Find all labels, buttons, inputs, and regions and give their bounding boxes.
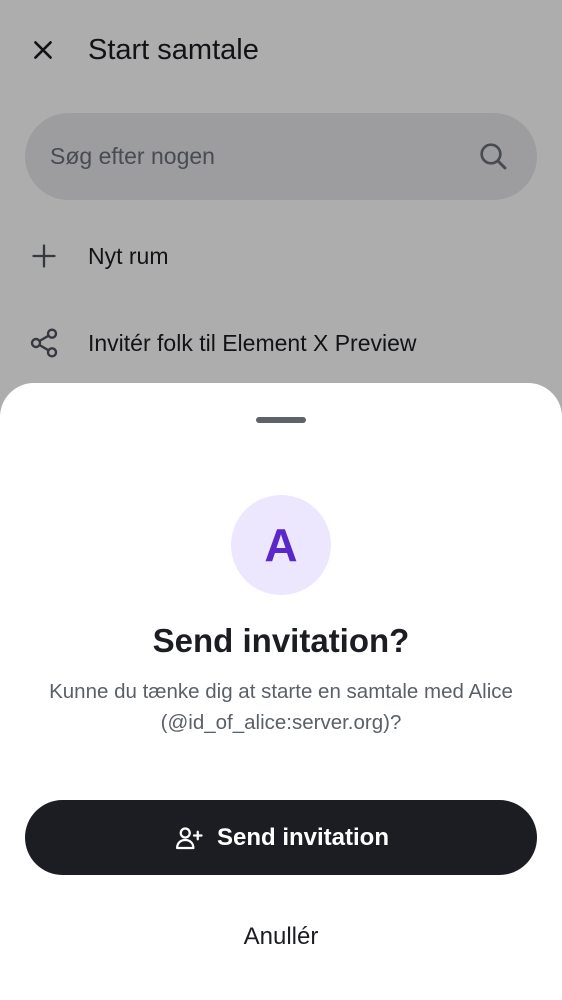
drag-handle[interactable] <box>256 417 306 423</box>
bottom-sheet: A Send invitation? Kunne du tænke dig at… <box>0 383 562 1000</box>
cancel-label: Anullér <box>243 923 319 950</box>
sheet-message: Kunne du tænke dig at starte en samtale … <box>49 680 513 734</box>
send-invitation-label: Send invitation <box>216 823 389 851</box>
user-add-icon <box>173 822 205 854</box>
send-invitation-button[interactable]: Send invitation <box>25 800 537 875</box>
cancel-button[interactable]: Anullér <box>181 903 381 971</box>
sheet-title: Send invitation? <box>152 622 410 659</box>
avatar: A <box>231 495 331 595</box>
